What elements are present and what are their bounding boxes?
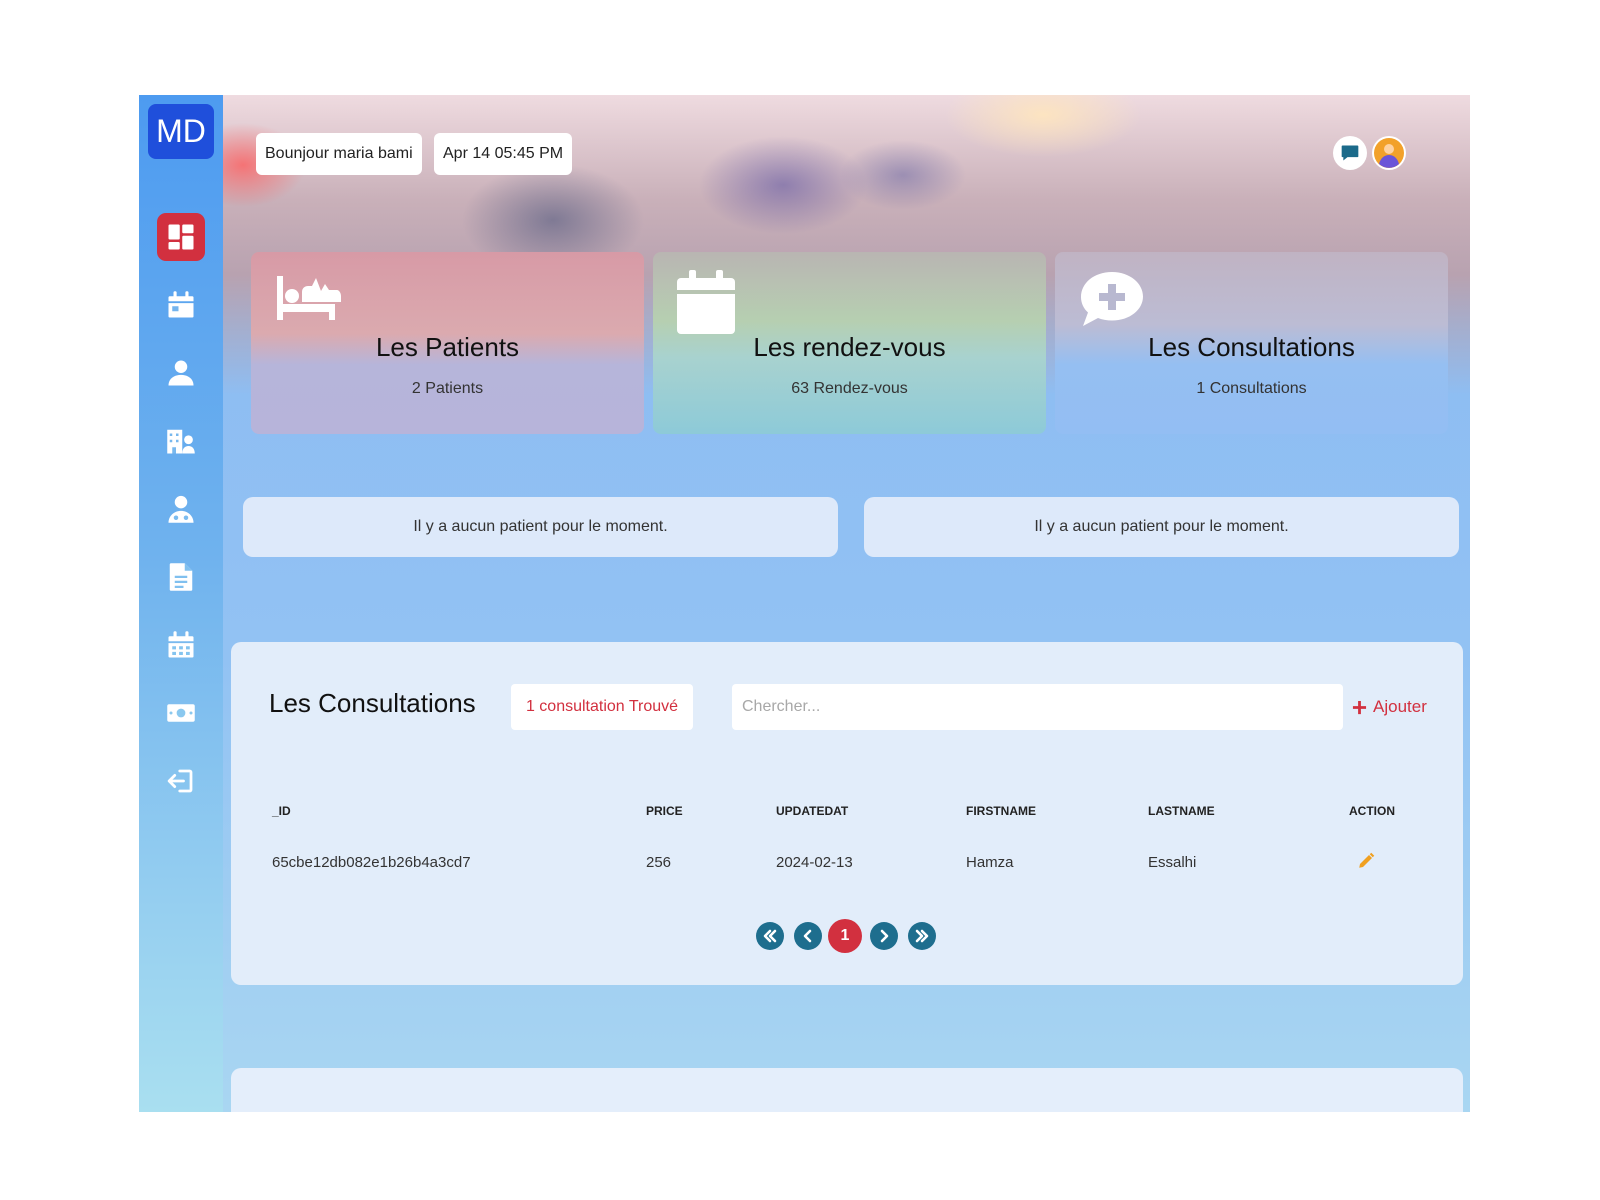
column-header[interactable]: _ID [272, 804, 291, 818]
stat-card-patients[interactable]: Les Patients 2 Patients [251, 252, 644, 434]
stat-title: Les Consultations [1148, 332, 1355, 362]
section-title: Les Consultations [269, 688, 476, 718]
calendar-day-icon [168, 291, 194, 318]
double-chevron-left-icon [763, 929, 777, 943]
stat-title: Les Patients [375, 332, 520, 362]
greeting-label: Bounjour maria bami [256, 133, 422, 175]
sidebar-item-documents[interactable] [157, 553, 205, 601]
double-chevron-right-icon [915, 929, 929, 943]
sidebar-item-calendar[interactable] [157, 621, 205, 669]
logout-icon [167, 769, 193, 793]
stat-title: Les rendez-vous [753, 332, 946, 362]
edit-button[interactable] [1357, 852, 1375, 874]
first-page-button[interactable] [756, 922, 784, 950]
stat-count: 63 Rendez-vous [791, 380, 908, 397]
dashboard-icon [168, 224, 194, 250]
hospital-user-icon [167, 429, 195, 454]
column-header[interactable]: PRICE [646, 804, 683, 818]
avatar-icon [1374, 138, 1404, 168]
cell-id: 65cbe12db082e1b26b4a3cd7 [272, 854, 471, 871]
stat-count: 1 Consultations [1196, 380, 1307, 397]
user-icon [168, 360, 194, 386]
column-header: ACTION [1349, 804, 1395, 818]
add-button[interactable]: Ajouter [1352, 684, 1427, 730]
page-button-current[interactable]: 1 [828, 919, 862, 953]
cell-firstname: Hamza [966, 854, 1014, 871]
sidebar: MD [139, 95, 223, 1112]
cell-price: 256 [646, 854, 672, 871]
chevron-left-icon [803, 929, 812, 943]
comment-medical-icon [1079, 270, 1145, 333]
messages-button[interactable] [1333, 136, 1367, 170]
add-button-label: Ajouter [1373, 697, 1427, 716]
bed-pulse-icon [275, 270, 341, 327]
sidebar-item-dashboard[interactable] [157, 213, 205, 261]
column-header[interactable]: LASTNAME [1148, 804, 1215, 818]
empty-patients-notice: Il y a aucun patient pour le moment. [864, 497, 1459, 557]
plus-icon [1352, 700, 1367, 714]
user-doctor-icon [168, 495, 194, 523]
last-page-button[interactable] [908, 922, 936, 950]
sidebar-item-payments[interactable] [157, 689, 205, 737]
stat-card-appointments[interactable]: Les rendez-vous 63 Rendez-vous [653, 252, 1046, 434]
sidebar-item-appointments[interactable] [157, 281, 205, 329]
chevron-right-icon [880, 929, 889, 943]
sidebar-item-departments[interactable] [157, 417, 205, 465]
app-window: MD Bounjour maria bami Apr 14 05:45 PM L… [139, 95, 1470, 1112]
app-logo[interactable]: MD [148, 104, 214, 159]
cell-updatedat: 2024-02-13 [776, 854, 853, 871]
datetime-label: Apr 14 05:45 PM [434, 133, 573, 175]
file-lines-icon [169, 563, 193, 591]
consultations-panel: Les Consultations 1 consultation Trouvé … [231, 642, 1463, 985]
calendar-icon [677, 270, 735, 339]
next-panel [231, 1068, 1463, 1112]
search-input[interactable] [732, 684, 1343, 730]
sidebar-item-doctors[interactable] [157, 485, 205, 533]
sidebar-item-logout[interactable] [157, 757, 205, 805]
calendar-days-icon [168, 631, 194, 658]
prev-page-button[interactable] [794, 922, 822, 950]
empty-patients-notice: Il y a aucun patient pour le moment. [243, 497, 838, 557]
money-bill-icon [167, 704, 195, 722]
stat-card-consultations[interactable]: Les Consultations 1 Consultations [1055, 252, 1448, 434]
user-avatar[interactable] [1372, 136, 1406, 170]
column-header[interactable]: FIRSTNAME [966, 804, 1036, 818]
column-header[interactable]: UPDATEDAT [776, 804, 848, 818]
pencil-icon [1359, 852, 1375, 868]
sidebar-item-patients[interactable] [157, 349, 205, 397]
next-page-button[interactable] [870, 922, 898, 950]
chat-icon [1341, 145, 1359, 161]
stat-count: 2 Patients [411, 380, 484, 397]
cell-lastname: Essalhi [1148, 854, 1197, 871]
results-count-badge: 1 consultation Trouvé [511, 684, 693, 730]
